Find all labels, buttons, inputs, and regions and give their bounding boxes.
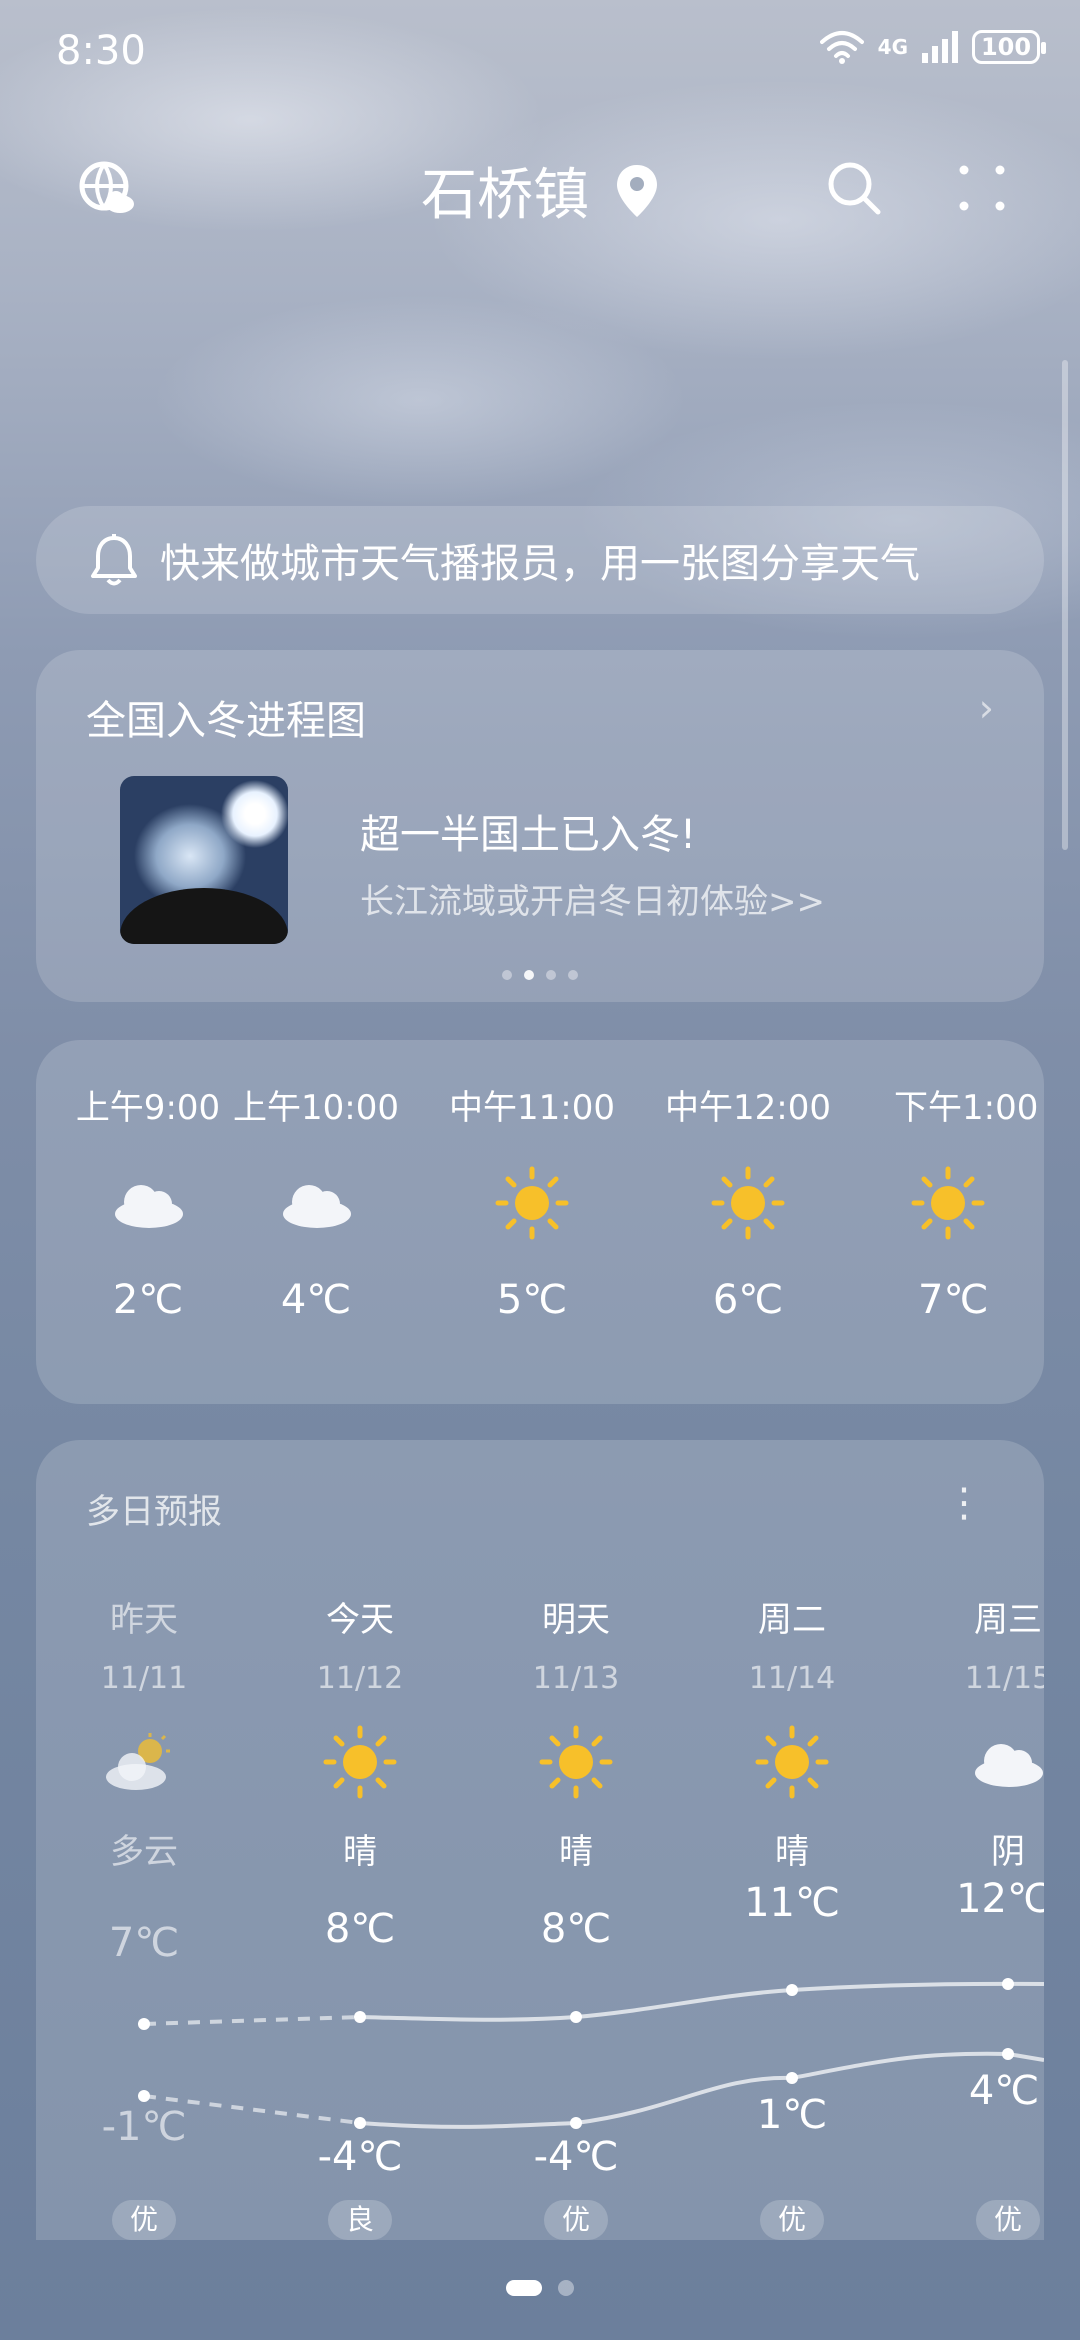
aqi-badge: 优 (760, 2200, 824, 2240)
status-icons: 4G 100 (819, 30, 1046, 64)
search-icon[interactable] (822, 156, 886, 220)
sunny-icon (648, 1163, 848, 1243)
aqi-badge: 优 (112, 2200, 176, 2240)
high-temp-label: 11℃ (744, 1880, 840, 1926)
city-name: 石桥镇 (421, 163, 590, 228)
high-temp-line (359, 1981, 1044, 2022)
high-temp-dashed-line (143, 2015, 361, 2026)
page-indicator-dot[interactable] (558, 2280, 574, 2296)
page-indicator-active[interactable] (506, 2280, 542, 2296)
low-temp-label: 4℃ (968, 2068, 1040, 2114)
winter-subtitle-link[interactable]: 长江流域或开启冬日初体验>> (360, 874, 825, 923)
carousel-dot-active (524, 970, 534, 980)
carousel-dots (36, 970, 1044, 980)
high-temp-label: 8℃ (324, 1906, 396, 1952)
temp-point (570, 2117, 582, 2129)
battery-icon: 100 (972, 30, 1046, 64)
temp-point (570, 2011, 582, 2023)
low-temp-label: -4℃ (317, 2134, 403, 2180)
temp-point (786, 2072, 798, 2084)
hourly-item: 中午12:00 6℃ (648, 1080, 848, 1323)
hourly-forecast-card[interactable]: 上午9:00 2℃ 上午10:00 4℃ 中午11:00 5℃ 中午12:00 … (36, 1040, 1044, 1404)
hour-temp: 6℃ (712, 1277, 784, 1323)
more-menu-icon[interactable] (950, 156, 1014, 220)
aqi-badge: 优 (976, 2200, 1040, 2240)
weather-reporter-banner[interactable]: 快来做城市天气播报员，用一张图分享天气 (36, 506, 1044, 614)
hour-temp: 5℃ (496, 1277, 568, 1323)
hourly-item: 上午10:00 4℃ (216, 1080, 416, 1323)
carousel-dot (502, 970, 512, 980)
signal-icon (922, 31, 958, 63)
bell-icon (91, 534, 137, 586)
hour-time: 中午12:00 (665, 1088, 831, 1128)
high-temp-label: 12℃ (956, 1876, 1044, 1922)
cloudy-icon (216, 1163, 416, 1243)
hour-temp: 4℃ (280, 1277, 352, 1323)
daily-forecast-card[interactable]: 多日预报 ⋮ 昨天 11/11 多云 今天 11/12 晴 明天 11/13 晴… (36, 1440, 1044, 2240)
hour-temp: 7℃ (918, 1277, 989, 1323)
aqi-badge: 良 (328, 2200, 392, 2240)
hour-time: 中午11:00 (449, 1088, 615, 1128)
hour-time: 下午1:00 (894, 1088, 1039, 1128)
status-time: 8:30 (56, 28, 146, 74)
location-title[interactable]: 石桥镇 (0, 150, 1080, 231)
high-temp-label: 8℃ (540, 1906, 612, 1952)
battery-level: 100 (980, 33, 1032, 61)
temp-point (354, 2011, 366, 2023)
temp-point (354, 2117, 366, 2129)
network-type-label: 4G (877, 35, 908, 59)
hourly-item: 中午11:00 5℃ (432, 1080, 632, 1323)
page-indicator (0, 2280, 1080, 2296)
aqi-badge: 优 (544, 2200, 608, 2240)
winter-headline: 超一半国土已入冬! (360, 812, 697, 858)
sunny-icon (432, 1163, 632, 1243)
sunny-icon (894, 1163, 1044, 1243)
low-temp-label: 1℃ (756, 2092, 828, 2138)
winter-thumbnail-image[interactable] (120, 776, 288, 944)
low-temp-label: -4℃ (533, 2134, 619, 2180)
temp-point (1002, 2048, 1014, 2060)
banner-text: 快来做城市天气播报员，用一张图分享天气 (160, 541, 920, 587)
hour-time: 上午10:00 (233, 1088, 399, 1128)
temp-point (138, 2090, 150, 2102)
card-title: 全国入冬进程图 (86, 698, 366, 744)
temp-point (1002, 1978, 1014, 1990)
location-pin-icon (616, 164, 657, 217)
wifi-icon (819, 31, 864, 64)
scrollbar[interactable] (1062, 360, 1068, 850)
high-temp-label: 7℃ (108, 1920, 180, 1966)
temp-point (138, 2018, 150, 2030)
chevron-right-icon[interactable]: › (979, 686, 994, 730)
carousel-dot (546, 970, 556, 980)
winter-progress-card[interactable]: 全国入冬进程图 › 超一半国土已入冬! 长江流域或开启冬日初体验>> (36, 650, 1044, 1002)
hourly-item: 下午1:00 7℃ (866, 1080, 1044, 1323)
carousel-dot (568, 970, 578, 980)
temp-point (786, 1984, 798, 1996)
low-temp-label: -1℃ (101, 2104, 187, 2150)
